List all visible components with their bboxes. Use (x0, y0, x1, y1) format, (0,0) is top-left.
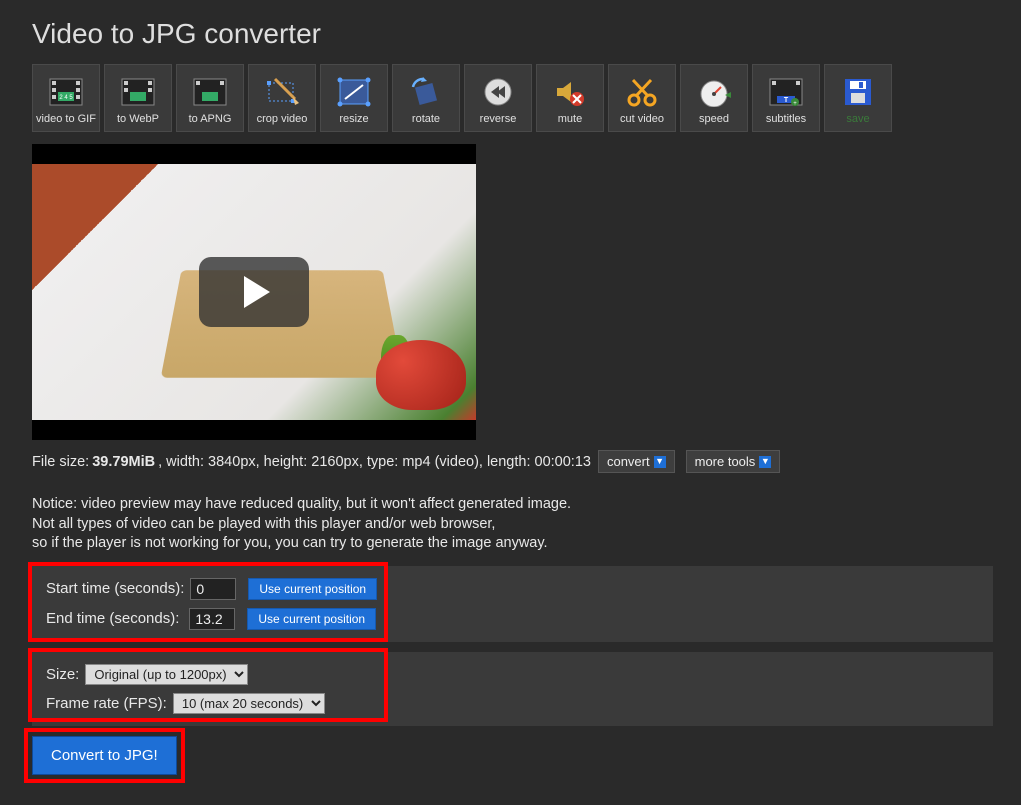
tool-subtitles[interactable]: T+ subtitles (752, 64, 820, 132)
file-info-prefix: File size: (32, 454, 89, 470)
play-button[interactable] (199, 257, 309, 327)
end-time-input[interactable] (189, 608, 235, 630)
start-time-input[interactable] (190, 578, 236, 600)
rotate-icon (409, 71, 443, 113)
film-gif-icon: 2 4 5 (49, 71, 83, 113)
subtitles-icon: T+ (769, 71, 803, 113)
tool-speed[interactable]: speed (680, 64, 748, 132)
size-fps-panel: Size: Original (up to 1200px) Frame rate… (32, 652, 993, 726)
notice-line-1: Notice: video preview may have reduced q… (32, 495, 993, 515)
scissors-icon (625, 71, 659, 113)
notice-text: Notice: video preview may have reduced q… (32, 495, 993, 554)
tool-reverse[interactable]: reverse (464, 64, 532, 132)
end-time-label: End time (seconds): (46, 610, 179, 627)
tool-cut-video[interactable]: cut video (608, 64, 676, 132)
start-time-label: Start time (seconds): (46, 580, 184, 597)
tool-label: to WebP (117, 113, 159, 125)
tool-label: mute (558, 113, 582, 125)
tool-rotate[interactable]: rotate (392, 64, 460, 132)
use-current-position-start-button[interactable]: Use current position (248, 578, 377, 600)
svg-text:2 4 5: 2 4 5 (59, 95, 73, 101)
size-select[interactable]: Original (up to 1200px) (85, 664, 248, 685)
more-tools-dropdown-button[interactable]: more tools ▼ (686, 450, 781, 473)
dropdown-arrow-icon: ▼ (654, 456, 666, 468)
reverse-icon (481, 71, 515, 113)
tool-label: subtitles (766, 113, 806, 125)
convert-label: convert (607, 454, 650, 469)
fps-select[interactable]: 10 (max 20 seconds) (173, 693, 325, 714)
crop-icon (265, 71, 299, 113)
tool-to-apng[interactable]: to APNG (176, 64, 244, 132)
play-icon (244, 276, 270, 308)
tool-video-to-gif[interactable]: 2 4 5 video to GIF (32, 64, 100, 132)
convert-dropdown-button[interactable]: convert ▼ (598, 450, 675, 473)
mute-icon (553, 71, 587, 113)
fps-label: Frame rate (FPS): (46, 695, 167, 712)
tool-save[interactable]: save (824, 64, 892, 132)
use-current-position-end-button[interactable]: Use current position (247, 608, 376, 630)
svg-text:T: T (784, 97, 789, 104)
file-size: 39.79MiB (92, 454, 155, 470)
resize-icon (337, 71, 371, 113)
tool-label: crop video (257, 113, 308, 125)
tool-label: save (846, 113, 869, 125)
tool-to-webp[interactable]: to WebP (104, 64, 172, 132)
file-info: File size: 39.79MiB , width: 3840px, hei… (32, 450, 993, 473)
tool-label: to APNG (189, 113, 232, 125)
toolbar: 2 4 5 video to GIF to WebP to APNG crop … (32, 64, 993, 132)
tool-label: rotate (412, 113, 440, 125)
speedometer-icon (697, 71, 731, 113)
size-label: Size: (46, 666, 79, 683)
tool-label: speed (699, 113, 729, 125)
convert-to-jpg-button[interactable]: Convert to JPG! (32, 736, 177, 775)
tool-label: resize (339, 113, 368, 125)
notice-line-3: so if the player is not working for you,… (32, 534, 993, 554)
tool-label: reverse (480, 113, 517, 125)
video-player (32, 144, 476, 440)
tool-mute[interactable]: mute (536, 64, 604, 132)
film-apng-icon (193, 71, 227, 113)
dropdown-arrow-icon: ▼ (759, 456, 771, 468)
tool-crop-video[interactable]: crop video (248, 64, 316, 132)
page-title: Video to JPG converter (32, 18, 993, 50)
tool-label: video to GIF (36, 113, 96, 125)
film-webp-icon (121, 71, 155, 113)
svg-text:+: + (793, 101, 797, 106)
time-range-panel: Start time (seconds): Use current positi… (32, 566, 993, 642)
file-info-rest: , width: 3840px, height: 2160px, type: m… (158, 454, 591, 470)
notice-line-2: Not all types of video can be played wit… (32, 515, 993, 535)
tool-label: cut video (620, 113, 664, 125)
save-icon (843, 71, 873, 113)
tool-resize[interactable]: resize (320, 64, 388, 132)
more-tools-label: more tools (695, 454, 756, 469)
